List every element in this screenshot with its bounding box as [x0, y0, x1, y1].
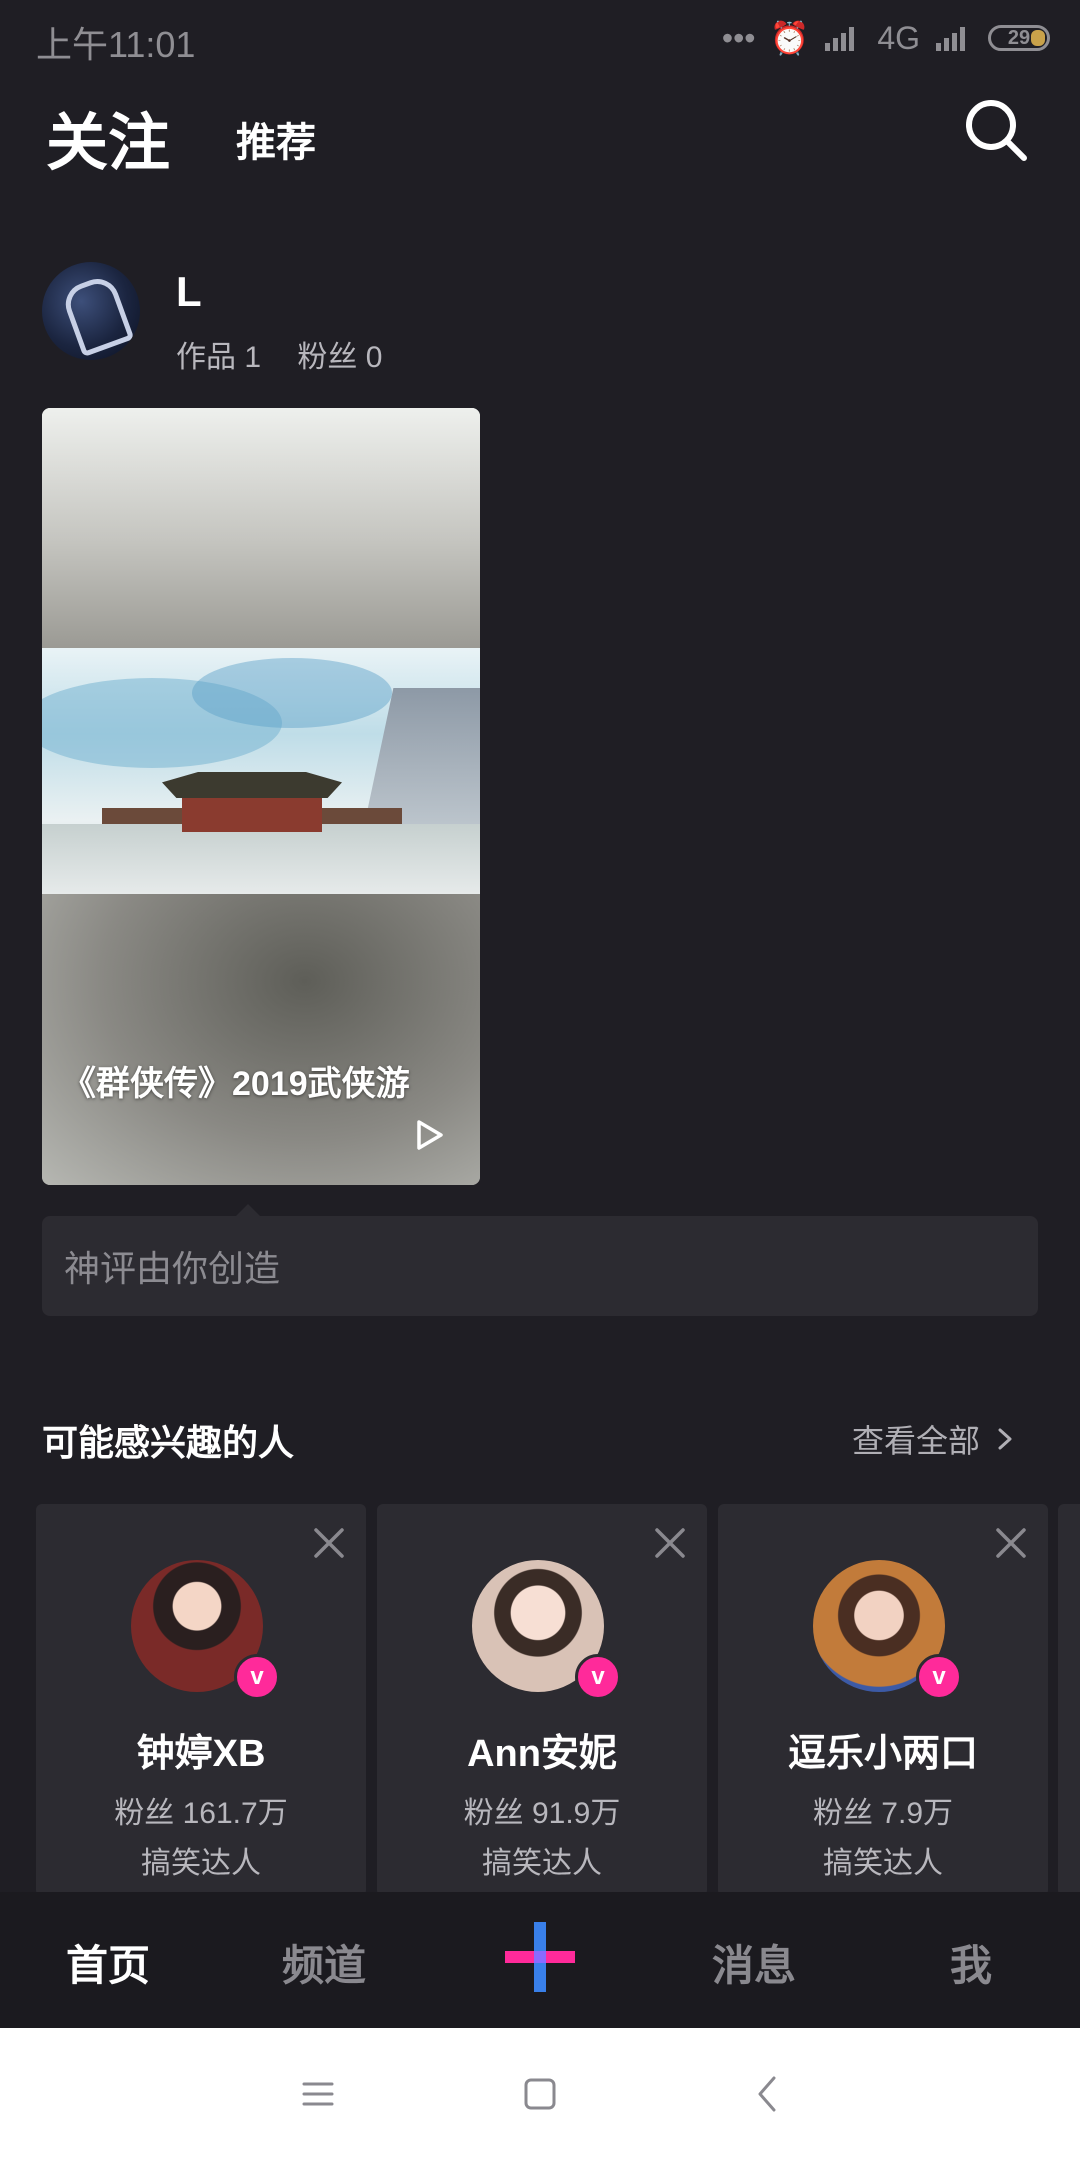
verified-badge-icon: v	[234, 1654, 280, 1700]
network-type: 4G	[877, 19, 920, 56]
video-title: 《群侠传》2019武侠游	[62, 1065, 410, 1103]
username[interactable]: L	[176, 268, 202, 316]
more-dots-icon: •••	[721, 19, 756, 56]
nav-messages[interactable]: 消息	[712, 1932, 796, 1993]
close-icon[interactable]	[653, 1526, 687, 1560]
suggestion-fans: 粉丝 161.7万	[114, 1797, 288, 1830]
suggestion-tag: 搞笑达人	[482, 1847, 602, 1880]
suggestion-name: Ann安妮	[467, 1733, 617, 1775]
status-icons: ••• ⏰ 4G 29	[722, 18, 1050, 58]
search-icon[interactable]	[962, 96, 1030, 164]
works-count: 作品 1	[176, 341, 262, 374]
tab-follow[interactable]: 关注	[46, 92, 170, 182]
verified-badge-icon: v	[575, 1654, 621, 1700]
suggestion-card[interactable]: v 钟婷XB 粉丝 161.7万 搞笑达人	[36, 1504, 366, 1896]
back-icon[interactable]	[746, 2072, 790, 2116]
fans-count: 粉丝 0	[297, 341, 383, 374]
suggestion-name: 逗乐小两口	[787, 1733, 978, 1775]
signal-icon	[825, 27, 855, 51]
system-nav-bar	[0, 2028, 1080, 2160]
battery-level: 29	[1007, 26, 1031, 49]
video-blur-top	[42, 408, 480, 648]
user-stats: 作品 1 粉丝 0	[176, 332, 382, 376]
alarm-icon: ⏰	[769, 20, 810, 56]
suggestion-card[interactable]: v Ann安妮 粉丝 91.9万 搞笑达人	[377, 1504, 707, 1896]
nav-channel[interactable]: 频道	[282, 1932, 366, 1993]
avatar[interactable]	[42, 262, 140, 360]
suggestion-name: 钟婷XB	[136, 1733, 266, 1775]
tab-recommend[interactable]: 推荐	[236, 110, 316, 168]
suggestion-tag: 搞笑达人	[141, 1847, 261, 1880]
status-time: 上午11:01	[36, 24, 196, 65]
suggestion-card[interactable]: v 逗乐小两口 粉丝 7.9万 搞笑达人	[718, 1504, 1048, 1896]
verified-badge-icon: v	[916, 1654, 962, 1700]
chevron-right-icon	[998, 1428, 1012, 1450]
comment-input[interactable]: 神评由你创造	[42, 1216, 1038, 1316]
status-bar: 上午11:01 ••• ⏰ 4G 29	[0, 0, 1080, 78]
plus-icon[interactable]	[505, 1922, 575, 1992]
suggestions-title: 可能感兴趣的人	[42, 1422, 295, 1463]
battery-icon: 29	[988, 25, 1050, 51]
play-icon[interactable]	[412, 1118, 446, 1152]
video-thumbnail	[42, 648, 480, 894]
suggestion-card-partial[interactable]	[1058, 1504, 1080, 1896]
bottom-nav: 首页 频道 消息 我	[0, 1892, 1080, 2028]
suggestion-tag: 搞笑达人	[823, 1847, 943, 1880]
suggestion-fans: 粉丝 91.9万	[463, 1797, 621, 1830]
signal-icon-2	[936, 27, 965, 51]
comment-caret	[236, 1204, 260, 1216]
suggestion-fans: 粉丝 7.9万	[812, 1797, 954, 1830]
nav-home[interactable]: 首页	[66, 1932, 150, 1993]
nav-me[interactable]: 我	[950, 1932, 992, 1993]
home-square-icon[interactable]	[518, 2072, 562, 2116]
video-card[interactable]: 《群侠传》2019武侠游	[42, 408, 480, 1185]
close-icon[interactable]	[994, 1526, 1028, 1560]
close-icon[interactable]	[312, 1526, 346, 1560]
menu-icon[interactable]	[296, 2072, 340, 2116]
see-all-link[interactable]: 查看全部	[852, 1416, 1016, 1462]
see-all-label: 查看全部	[852, 1423, 981, 1459]
